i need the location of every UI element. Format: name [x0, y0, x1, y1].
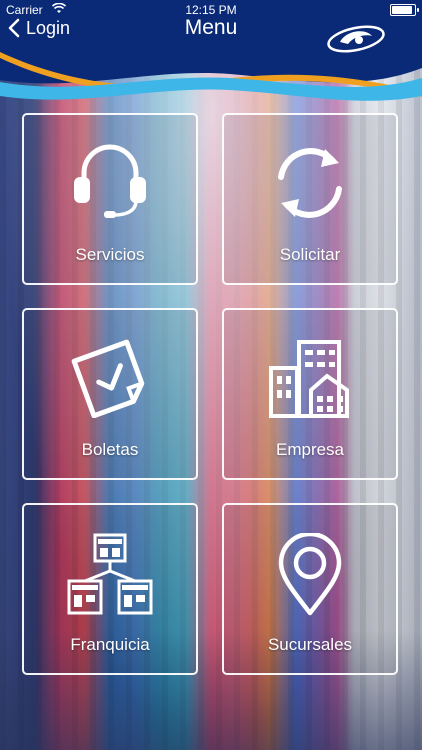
menu-tile-label: Sucursales [267, 635, 353, 654]
menu-tile-label: Solicitar [279, 245, 341, 264]
menu-tile-label: Servicios [75, 245, 145, 264]
menu-tile-sucursales[interactable]: Sucursales [222, 503, 398, 675]
menu-tile-label: Boletas [81, 440, 139, 459]
menu-tile-solicitar[interactable]: Solicitar [222, 113, 398, 285]
menu-tile-boletas[interactable]: Boletas [22, 308, 198, 480]
menu-tile-label: Franquicia [70, 635, 150, 654]
menu-tile-label: Empresa [275, 440, 345, 459]
brand-logo [327, 25, 385, 53]
battery-icon [390, 4, 419, 16]
header: Carrier 12:15 PM Login Menu [0, 0, 422, 108]
menu-tile-franquicia[interactable]: Franquicia [22, 503, 198, 675]
status-time: 12:15 PM [185, 3, 237, 17]
refresh-icon [278, 148, 342, 218]
buildings-icon [269, 340, 349, 418]
store-network-icon [67, 533, 153, 615]
location-pin-icon [278, 533, 342, 616]
menu-tile-empresa[interactable]: Empresa [222, 308, 398, 480]
menu-tile-servicios[interactable]: Servicios [22, 113, 198, 285]
receipt-check-icon [71, 339, 145, 418]
headset-icon [74, 144, 146, 218]
